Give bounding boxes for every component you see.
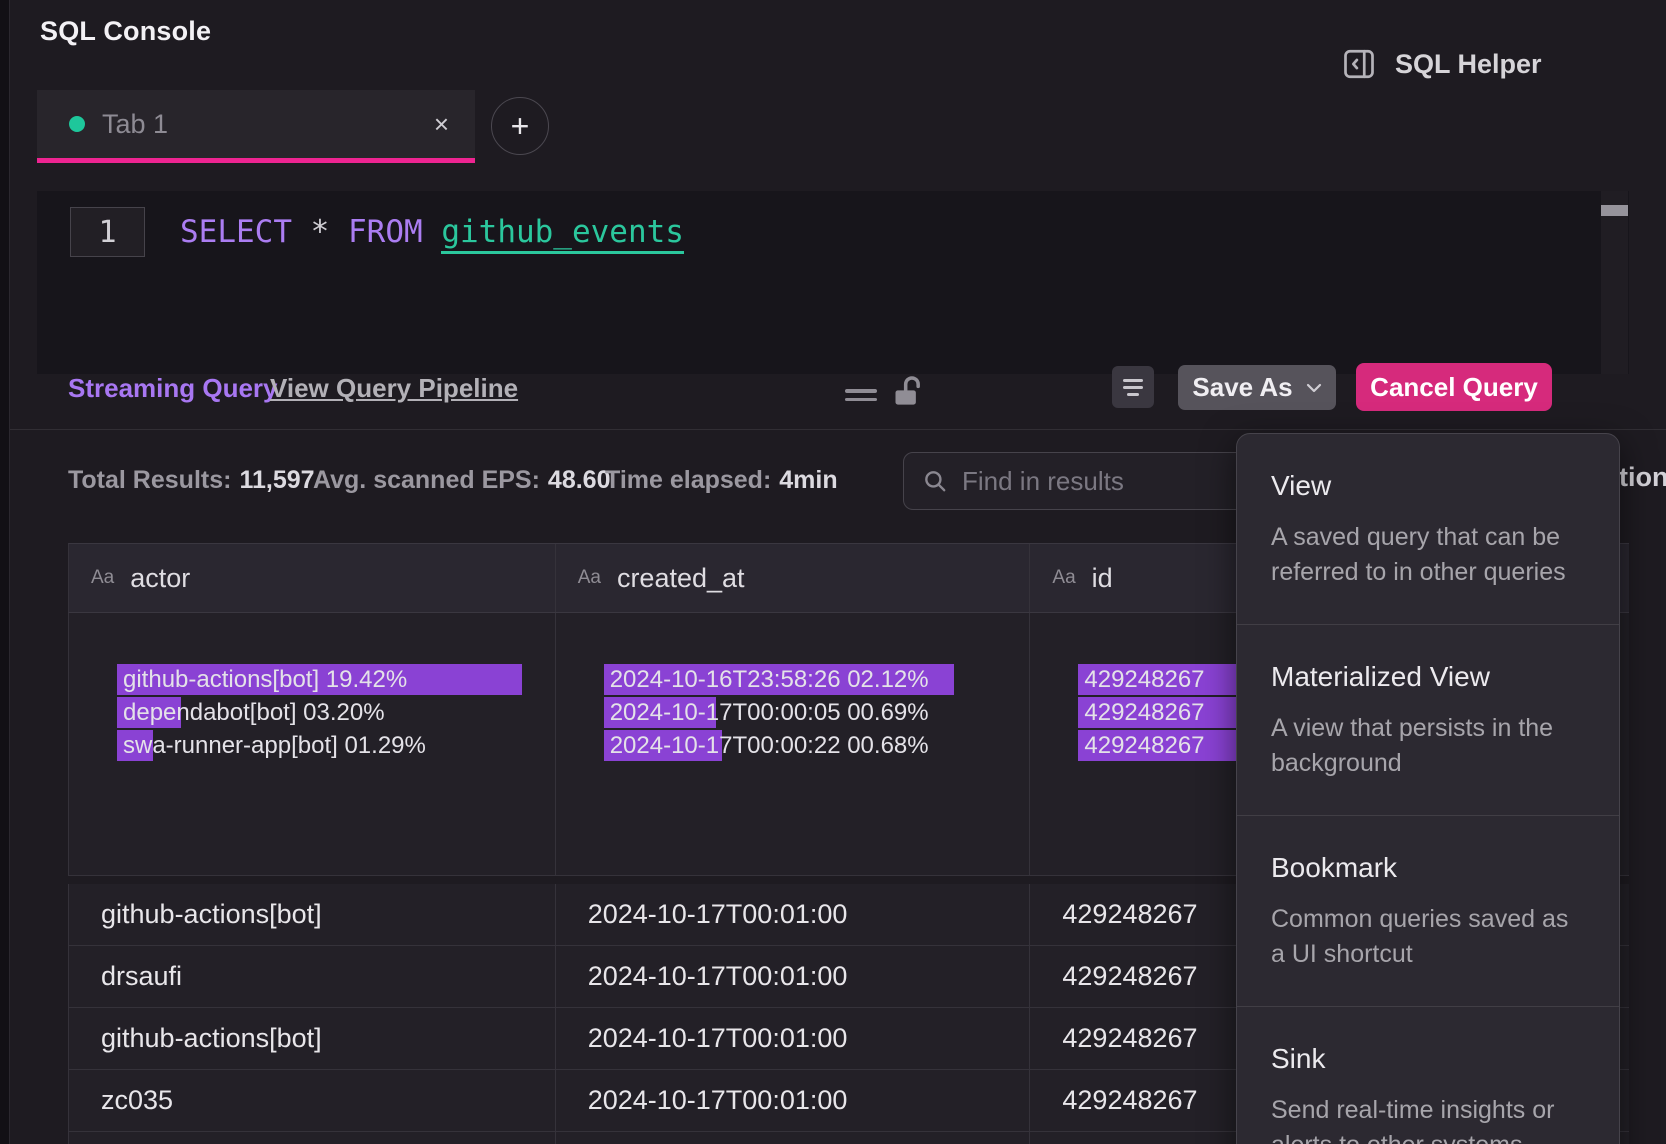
avg-eps-value: 48.60: [548, 466, 611, 494]
cell-actor[interactable]: zc035: [69, 1070, 556, 1131]
menu-item-bookmark[interactable]: Bookmark Common queries saved as a UI sh…: [1237, 815, 1619, 1006]
tab-status-dot: [69, 116, 85, 132]
partially-hidden-tab-label[interactable]: tion: [1619, 462, 1666, 493]
time-elapsed-stat: Time elapsed:4min: [605, 466, 838, 495]
histogram-bar: dependabot[bot] 03.20%: [117, 696, 549, 729]
format-sql-button[interactable]: [1112, 366, 1154, 408]
histogram-bar: 2024-10-17T00:00:22 00.68%: [604, 729, 1024, 762]
save-as-button[interactable]: Save As: [1178, 365, 1336, 410]
page-title: SQL Console: [40, 16, 211, 47]
sql-helper-label: SQL Helper: [1395, 49, 1542, 80]
sql-star: *: [311, 214, 330, 250]
editor-scrollbar-track[interactable]: [1601, 191, 1628, 374]
save-as-label: Save As: [1192, 372, 1292, 403]
string-type-icon: Aa: [91, 567, 114, 589]
sql-keyword-select: SELECT: [180, 214, 292, 250]
active-tab-indicator: [37, 158, 475, 163]
tab-label: Tab 1: [102, 109, 168, 140]
tab-1[interactable]: Tab 1 ×: [37, 90, 475, 158]
sql-table-reference[interactable]: github_events: [441, 214, 684, 254]
string-type-icon: Aa: [1052, 567, 1075, 589]
editor-scrollbar-thumb[interactable]: [1601, 205, 1628, 216]
cell-created-at[interactable]: 2024-10-17T00:01:00: [556, 884, 1031, 945]
streaming-query-link[interactable]: Streaming Query: [68, 373, 278, 404]
cancel-query-button[interactable]: Cancel Query: [1356, 363, 1552, 411]
compare-lines-icon[interactable]: [845, 389, 877, 403]
tab-close-icon[interactable]: ×: [434, 111, 449, 137]
add-tab-button[interactable]: +: [491, 97, 549, 155]
menu-item-materialized-view[interactable]: Materialized View A view that persists i…: [1237, 624, 1619, 815]
total-results-value: 11,597: [239, 466, 314, 494]
sql-console-page: SQL Console SQL Helper Tab 1 × + 1 SELEC…: [0, 0, 1666, 1144]
column-header-actor[interactable]: Aa actor: [69, 544, 556, 612]
column-header-created-at[interactable]: Aa created_at: [556, 544, 1031, 612]
total-results-stat: Total Results:11,597: [68, 466, 315, 495]
view-query-pipeline-link[interactable]: View Query Pipeline: [270, 373, 518, 404]
summary-cell-created-at: 2024-10-16T23:58:26 02.12% 2024-10-17T00…: [556, 613, 1031, 875]
sql-helper-toggle[interactable]: SQL Helper: [1341, 44, 1542, 84]
histogram-bar: 2024-10-17T00:00:05 00.69%: [604, 696, 1024, 729]
cell-actor[interactable]: drsaufi: [69, 946, 556, 1007]
section-divider: [10, 429, 1666, 430]
search-icon: [922, 468, 948, 494]
histogram-bar: 2024-10-16T23:58:26 02.12%: [604, 663, 1024, 696]
histogram-bar: github-actions[bot] 19.42%: [117, 663, 549, 696]
sql-editor[interactable]: 1 SELECT * FROM github_events: [37, 191, 1629, 374]
cell-created-at[interactable]: 2024-10-17T00:01:00: [556, 946, 1031, 1007]
cell-actor[interactable]: github-actions[bot]: [69, 884, 556, 945]
cancel-query-label: Cancel Query: [1370, 372, 1538, 403]
cell-created-at[interactable]: 2024-10-17T00:01:00: [556, 1070, 1031, 1131]
unlocked-padlock-icon[interactable]: [886, 372, 924, 410]
time-elapsed-value: 4min: [779, 466, 837, 494]
sql-keyword-from: FROM: [348, 214, 423, 250]
find-in-results-search[interactable]: [903, 452, 1252, 510]
string-type-icon: Aa: [578, 567, 601, 589]
avg-eps-stat: Avg. scanned EPS:48.60: [313, 466, 610, 495]
cell-created-at[interactable]: 2024-10-17T00:01:00: [556, 1008, 1031, 1069]
panel-collapse-icon: [1341, 46, 1377, 82]
menu-item-view[interactable]: View A saved query that can be referred …: [1237, 434, 1619, 624]
summary-cell-actor: github-actions[bot] 19.42% dependabot[bo…: [69, 613, 556, 875]
cell-actor[interactable]: github-actions[bot]: [69, 1008, 556, 1069]
code-line[interactable]: SELECT * FROM github_events: [180, 207, 684, 257]
histogram-bar: swa-runner-app[bot] 01.29%: [117, 729, 549, 762]
left-edge-strip: [0, 0, 10, 1144]
chevron-down-icon: [1306, 383, 1322, 393]
line-number: 1: [70, 207, 145, 257]
menu-item-sink[interactable]: Sink Send real-time insights or alerts t…: [1237, 1006, 1619, 1144]
save-as-dropdown-menu: View A saved query that can be referred …: [1236, 433, 1620, 1144]
